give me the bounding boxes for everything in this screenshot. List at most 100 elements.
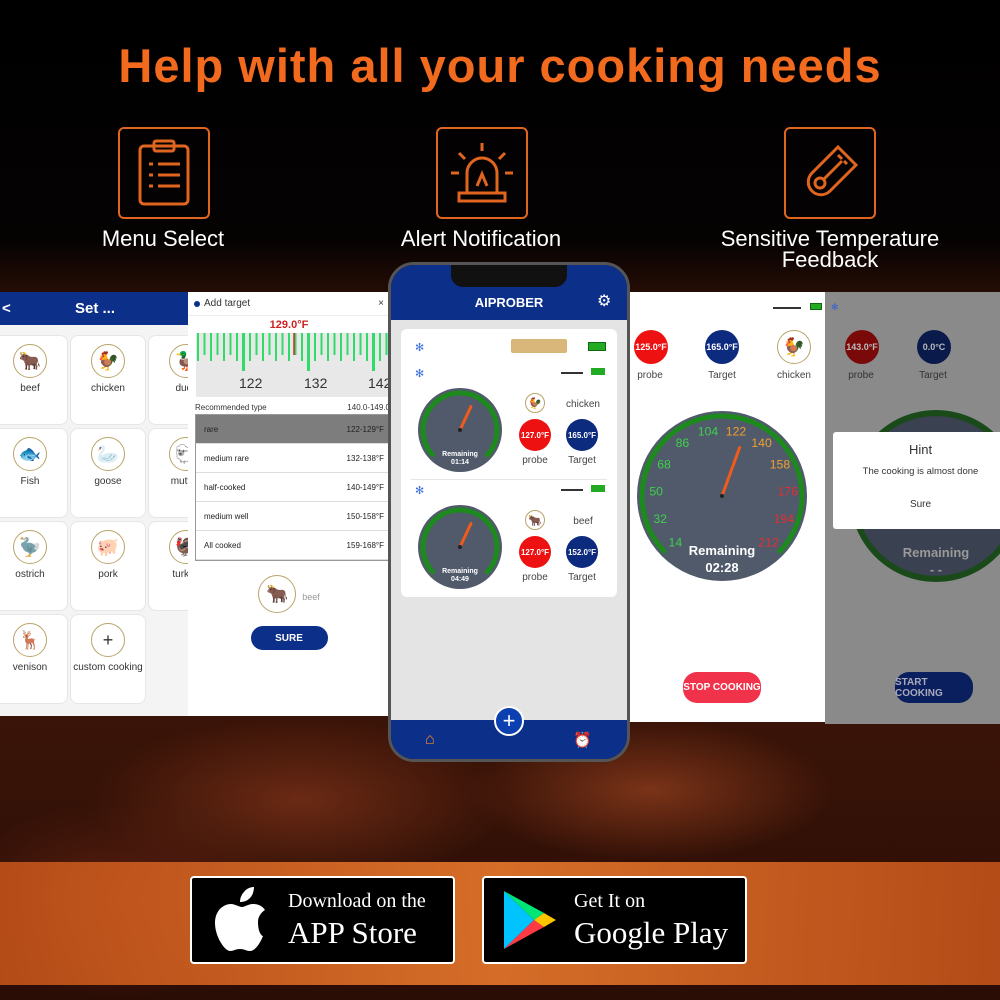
- meat-icon: 🐟: [13, 437, 47, 471]
- target-temp[interactable]: 0.0°C: [917, 330, 951, 364]
- gauge-tick-label: 104: [698, 425, 719, 439]
- meat-icon: 🦢: [91, 437, 125, 471]
- doneness-option[interactable]: medium rare 132-138°F: [196, 444, 389, 473]
- ruler-label: 122: [239, 375, 263, 391]
- remaining-readout: Remaining - -: [850, 544, 1000, 578]
- meat-label: Fish: [20, 476, 40, 487]
- ruler-label: 142: [368, 375, 390, 391]
- probe-temp: 143.0°F: [845, 330, 879, 364]
- gauge-tick-label: 194: [774, 512, 795, 526]
- gauge-tick-label: 122: [726, 425, 747, 439]
- alarm-clock-icon[interactable]: ⏰: [573, 731, 592, 749]
- meat-tile[interactable]: 🦤 ostrich: [0, 521, 68, 611]
- app-store-bottom-text: APP Store: [288, 914, 417, 950]
- meat-icon: 🐖: [91, 530, 125, 564]
- gauge-hub: [720, 494, 724, 498]
- recommended-range: 140.0-149.0: [347, 403, 390, 412]
- meat-icon: 🦃: [169, 530, 190, 564]
- hint-sure-button[interactable]: Sure: [833, 499, 1000, 510]
- battery-icon: [810, 303, 822, 310]
- battery-icon: [591, 485, 605, 492]
- settings-gear-icon[interactable]: ⚙: [597, 291, 611, 311]
- add-target-screen: Add target × 129.0°F 122 132 142 Recomme…: [188, 292, 390, 716]
- target-temp[interactable]: 152.0°F: [566, 536, 598, 568]
- doneness-name: medium well: [204, 511, 249, 521]
- meat-icon: +: [91, 623, 125, 657]
- target-label: Target: [568, 572, 596, 583]
- probe-temp: 127.0°F: [519, 536, 551, 568]
- hint-message: The cooking is almost done: [862, 466, 979, 477]
- home-icon[interactable]: ⌂: [425, 731, 435, 749]
- meat-tile[interactable]: 🦢 goose: [70, 428, 146, 518]
- target-temp[interactable]: 165.0°F: [705, 330, 739, 364]
- doneness-option[interactable]: All cooked 159-168°F: [196, 531, 389, 560]
- clipboard-icon: [118, 127, 210, 219]
- hint-dialog: Hint The cooking is almost done Sure: [833, 432, 1000, 529]
- add-probe-button[interactable]: +: [494, 706, 524, 736]
- doneness-range: 132-138°F: [346, 453, 384, 463]
- remaining-label: Remaining: [442, 568, 478, 575]
- meat-icon: 🦆: [169, 344, 190, 378]
- probe-temp: 125.0°F: [634, 330, 668, 364]
- dot-icon: [194, 300, 200, 307]
- doneness-option[interactable]: rare 122-129°F: [196, 415, 389, 444]
- meat-label: pork: [98, 569, 118, 580]
- meat-tile[interactable]: 🦃turkey: [148, 521, 190, 611]
- bluetooth-icon: ✻: [415, 368, 425, 380]
- app-store-badge[interactable]: Download on the APP Store: [190, 876, 455, 964]
- phone: AIPROBER ⚙ ✻ ✻ Remaining 01:14 🐓 chicken …: [388, 262, 630, 762]
- remaining-time: 02:28: [705, 560, 739, 575]
- close-button[interactable]: ×: [378, 298, 384, 309]
- meat-tile[interactable]: + custom cooking: [70, 614, 146, 704]
- meat-tile[interactable]: 🐟 Fish: [0, 428, 68, 518]
- meat-tile[interactable]: 🐖 pork: [70, 521, 146, 611]
- probe-row[interactable]: ✻ Remaining 04:49 🐂 beef 127.0°F 152.0°F …: [401, 484, 617, 594]
- back-button[interactable]: <: [2, 300, 11, 317]
- feature-label-menu-select: Menu Select: [101, 226, 225, 251]
- remaining-label: Remaining: [688, 543, 756, 558]
- gauge-hub: [458, 428, 462, 432]
- target-label: Target: [919, 370, 947, 381]
- gauge-tick-label: 50: [649, 484, 663, 498]
- app-store-top-text: Download on the: [288, 889, 426, 912]
- probe-label: probe: [848, 370, 874, 381]
- apple-logo-icon: [215, 887, 265, 951]
- sure-button[interactable]: SURE: [250, 626, 328, 650]
- doneness-option[interactable]: medium well 150-158°F: [196, 502, 389, 531]
- meat-tile[interactable]: 🐑mutton: [148, 428, 190, 518]
- stop-cooking-button[interactable]: STOP COOKING: [683, 672, 761, 703]
- meat-label: chicken: [777, 370, 811, 381]
- feature-label-line: Sensitive Temperature: [720, 226, 940, 251]
- alarm-light-icon: [436, 127, 528, 219]
- gauge-tick-label: 68: [657, 457, 671, 471]
- temperature-ruler[interactable]: 122 132 142: [196, 333, 390, 397]
- probe-device-image: [511, 339, 567, 353]
- meat-icon: 🐂: [525, 510, 545, 530]
- bluetooth-icon: ✻: [415, 485, 425, 497]
- battery-icon: [591, 368, 605, 375]
- gauge-tick-label: 86: [676, 436, 690, 450]
- meat-label: beef: [573, 516, 593, 527]
- target-temp[interactable]: 165.0°F: [566, 419, 598, 451]
- remaining-time: - -: [929, 562, 943, 577]
- google-play-top-text: Get It on: [574, 889, 646, 912]
- recommended-label: Recommended type: [195, 403, 267, 412]
- ruler-ticks: [197, 333, 388, 371]
- probe-row[interactable]: ✻ Remaining 01:14 🐓 chicken 127.0°F 165.0…: [401, 367, 617, 477]
- meat-icon: 🐂: [13, 344, 47, 378]
- notch: [451, 265, 567, 287]
- probe-card: ✻ ✻ Remaining 01:14 🐓 chicken 127.0°F 165…: [401, 329, 617, 597]
- gauge-tick-label: 32: [653, 512, 667, 526]
- recommended-type: Recommended type 140.0-149.0: [188, 397, 390, 414]
- doneness-option[interactable]: half-cooked 140-149°F: [196, 473, 389, 502]
- ruler-label: 132: [304, 375, 328, 391]
- battery-icon: [588, 342, 606, 351]
- probe-label: probe: [522, 572, 548, 583]
- meat-tile[interactable]: 🦌 venison: [0, 614, 68, 704]
- meat-tile[interactable]: 🦆duck: [148, 335, 190, 425]
- google-play-badge[interactable]: Get It on Google Play: [482, 876, 747, 964]
- meat-tile[interactable]: 🐂 beef: [0, 335, 68, 425]
- start-cooking-button[interactable]: START COOKING: [895, 672, 973, 703]
- gauge-tick-label: 176: [778, 484, 799, 498]
- meat-tile[interactable]: 🐓 chicken: [70, 335, 146, 425]
